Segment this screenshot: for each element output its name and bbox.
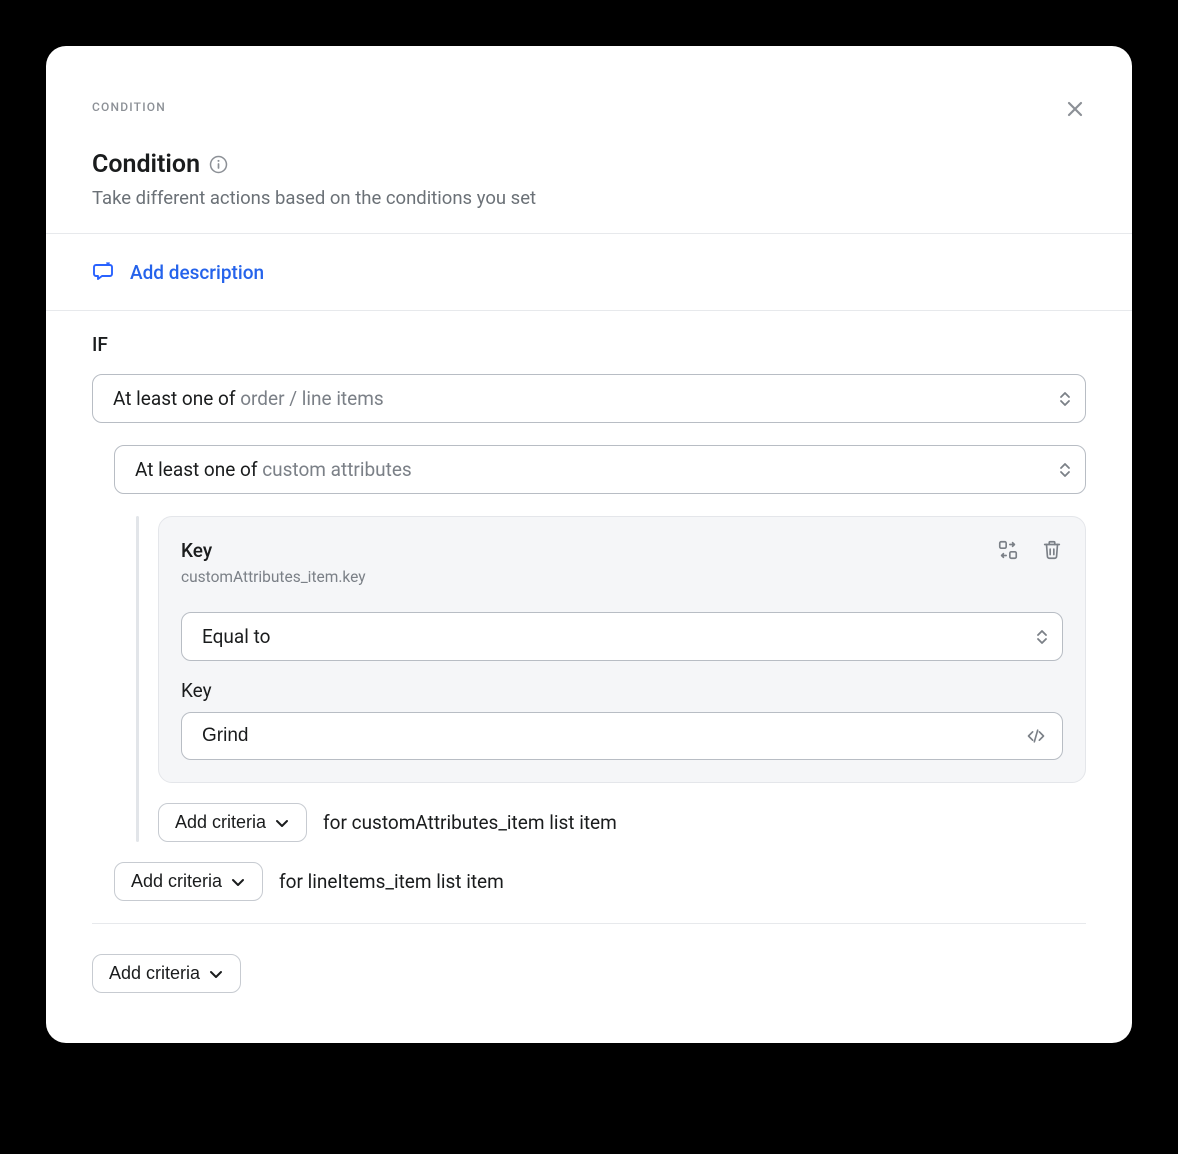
- condition-panel: CONDITION Condition Take different actio…: [46, 46, 1132, 1043]
- outer-scope-select[interactable]: At least one of order / line items: [92, 374, 1086, 423]
- panel-subtitle: Take different actions based on the cond…: [92, 187, 1086, 209]
- swap-icon[interactable]: [997, 539, 1019, 561]
- outer-nest: At least one of custom attributes Key cu…: [114, 445, 1086, 901]
- info-icon[interactable]: [208, 155, 228, 175]
- criteria-path: customAttributes_item.key: [181, 568, 366, 586]
- value-field-label: Key: [181, 679, 1063, 702]
- select-prefix: At least one of: [113, 387, 240, 410]
- add-criteria-inner-button[interactable]: Add criteria: [158, 803, 307, 842]
- button-label: Add criteria: [175, 812, 266, 833]
- add-criteria-outer-button[interactable]: Add criteria: [92, 954, 241, 993]
- button-label: Add criteria: [131, 871, 222, 892]
- operator-select[interactable]: Equal to: [181, 612, 1063, 661]
- add-criteria-mid-button[interactable]: Add criteria: [114, 862, 263, 901]
- select-prefix: At least one of: [135, 458, 262, 481]
- close-button[interactable]: [1064, 98, 1086, 120]
- section-label: CONDITION: [92, 100, 1086, 114]
- chevron-down-icon: [274, 815, 290, 831]
- criteria-title: Key: [181, 539, 366, 562]
- select-path: custom attributes: [262, 458, 412, 481]
- code-icon[interactable]: [1025, 726, 1047, 746]
- add-description-row[interactable]: Add description: [46, 234, 1132, 310]
- select-path: order / line items: [240, 387, 384, 410]
- panel-title: Condition: [92, 150, 200, 179]
- select-arrows-icon: [1059, 462, 1071, 478]
- trash-icon[interactable]: [1041, 539, 1063, 561]
- add-description-link[interactable]: Add description: [130, 261, 264, 284]
- value-input[interactable]: [181, 712, 1063, 760]
- select-arrows-icon: [1059, 391, 1071, 407]
- description-icon: [92, 260, 116, 284]
- add-criteria-inner-hint: for customAttributes_item list item: [323, 811, 617, 834]
- select-arrows-icon: [1036, 629, 1048, 645]
- criteria-card: Key customAttributes_item.key: [158, 516, 1086, 783]
- inner-scope-select[interactable]: At least one of custom attributes: [114, 445, 1086, 494]
- operator-label: Equal to: [202, 625, 270, 648]
- panel-header: CONDITION Condition Take different actio…: [46, 46, 1132, 233]
- add-criteria-mid-hint: for lineItems_item list item: [279, 870, 504, 893]
- chevron-down-icon: [230, 874, 246, 890]
- if-label: IF: [92, 333, 1086, 356]
- nest-bar: [136, 516, 139, 842]
- chevron-down-icon: [208, 966, 224, 982]
- button-label: Add criteria: [109, 963, 200, 984]
- inner-nest: Key customAttributes_item.key: [136, 516, 1086, 842]
- divider: [92, 923, 1086, 924]
- close-icon: [1066, 100, 1084, 118]
